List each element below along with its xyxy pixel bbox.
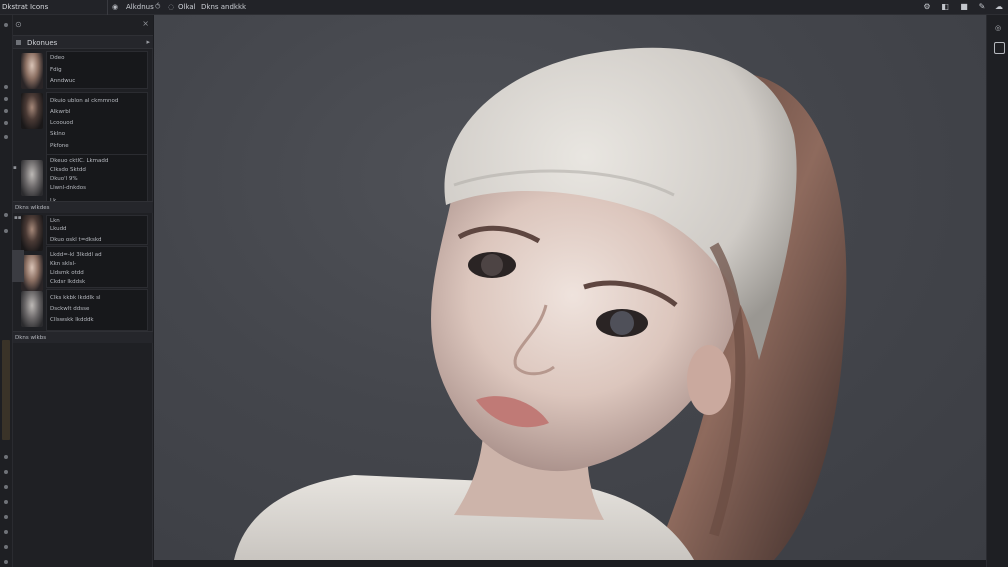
layer-name: Lkdd=-kl 3lkddl ad [50,252,102,258]
layer-name: Ddeo [50,55,65,61]
tab-dkns[interactable]: Dkns andkkk [201,3,246,11]
group-label: Dkns wlkdes [15,205,50,211]
tool-icon[interactable] [4,515,8,519]
tool-icon[interactable] [4,213,8,217]
layer-name: Lkn [50,218,60,224]
group-label: Dkns wlkbs [15,335,47,341]
layers-header[interactable]: Dkonues ▸ [13,35,153,49]
layer-marker: ▪ [13,165,17,171]
layer-meta: Pkfone [50,143,69,149]
view-icon[interactable]: ◌ [168,3,174,11]
layers-label: Dkonues [27,39,58,47]
square-icon[interactable]: ■ [959,2,969,12]
tool-icon[interactable] [4,229,8,233]
tool-icon[interactable] [4,85,8,89]
group-header[interactable]: Dkns wlkbs [13,331,153,343]
portrait-image [234,47,847,560]
tool-icon[interactable] [4,455,8,459]
tool-icon[interactable] [4,545,8,549]
layer-meta: Dkuo oskl t=dkskd [50,237,102,243]
layer-info-block[interactable]: Ddeo Fdig Anndwuc [46,51,148,89]
link-icon[interactable]: ⥀ [155,2,160,11]
layers-panel: ⊙ × Dkonues ▸ ▪ Ddeo Fdig Anndwuc Dkuio … [12,15,153,567]
group-header[interactable]: Dkns wlkdes [13,201,153,213]
layer-info-block[interactable]: Clks kkbk lkddlk sl Dsckwlt ddsse Cllsws… [46,289,148,331]
layer-meta: Llwnl-dnkdos [50,185,86,191]
tool-icon[interactable] [4,109,8,113]
tool-icon[interactable] [4,121,8,125]
eye-icon[interactable]: ◉ [112,3,118,11]
layer-marker [12,250,24,282]
layer-name: Dkeuo cktlC. Lkmadd [50,158,109,164]
tool-icon[interactable] [4,485,8,489]
settings-icon[interactable]: ◎ [993,23,1003,33]
tool-icon[interactable] [4,560,8,564]
layer-thumbnail[interactable] [21,53,43,89]
tool-icon[interactable] [4,530,8,534]
mode-label[interactable]: Alkdnus [126,3,154,11]
layer-info-block[interactable]: Dkuio ublon al ckmmnod Alkwrbl Lcoouod S… [46,92,148,156]
gear-icon[interactable]: ⚙ [922,2,932,12]
layers-icon [16,40,21,45]
status-strip [154,560,986,567]
tool-icon[interactable] [4,135,8,139]
layer-name: Dkuio ublon al ckmmnod [50,98,119,104]
layer-meta: Anndwuc [50,78,76,84]
layer-thumbnail[interactable] [21,255,43,291]
layer-info-block[interactable]: Lkn Lkudd Dkuo oskl t=dkskd [46,215,148,245]
cloud-icon[interactable]: ☁ [994,2,1004,12]
layer-meta: Lkudd [50,226,67,232]
layer-thumbnail[interactable] [21,215,43,251]
pen-icon[interactable]: ✎ [977,2,987,12]
layer-meta: Clksdo Sktdd [50,167,86,173]
layer-info-block[interactable]: Lkdd=-kl 3lkddl ad Kkn sklsl- Lldsmk otd… [46,246,148,288]
divider [107,0,108,15]
tool-icon[interactable] [4,500,8,504]
layer-meta: Kkn sklsl- [50,261,76,267]
top-toolbar: Dkstrat Icons ◉ Alkdnus ⥀ ◌ Olkal Dkns a… [0,0,1008,15]
layer-meta: Cllswskk lkdddk [50,317,94,323]
layer-meta: Lldsmk otdd [50,270,84,276]
layer-meta: Sklno [50,131,66,137]
layer-meta: Ckdsr lkddsk [50,279,86,285]
layer-thumbnail[interactable] [21,160,43,196]
layer-meta: Dsckwlt ddsse [50,306,90,312]
tab-olkal[interactable]: Olkal [178,3,196,11]
layer-meta: Alkwrbl [50,109,71,115]
app-title: Dkstrat Icons [2,3,49,11]
tool-icon[interactable] [4,23,8,27]
chevron-right-icon[interactable]: ▸ [146,38,150,46]
left-tool-strip [0,15,13,567]
panel-header: ⊙ × [13,15,153,35]
layer-meta: Dkuo'l 9% [50,176,78,182]
tool-icon[interactable] [4,97,8,101]
image-canvas[interactable] [154,15,986,560]
panel-menu-icon[interactable]: ⊙ [15,20,22,29]
right-tool-strip: ◎ [986,15,1008,567]
layer-meta: Fdig [50,67,62,73]
layer-meta: Lcoouod [50,120,74,126]
square-tool-icon[interactable] [994,42,1005,54]
tool-icon[interactable] [4,470,8,474]
layer-thumbnail[interactable] [21,93,43,129]
close-icon[interactable]: × [142,19,149,28]
scroll-indicator[interactable] [2,340,10,440]
layer-thumbnail[interactable] [21,291,43,327]
layer-name: Clks kkbk lkddlk sl [50,295,101,301]
fill-icon[interactable]: ◧ [940,2,950,12]
